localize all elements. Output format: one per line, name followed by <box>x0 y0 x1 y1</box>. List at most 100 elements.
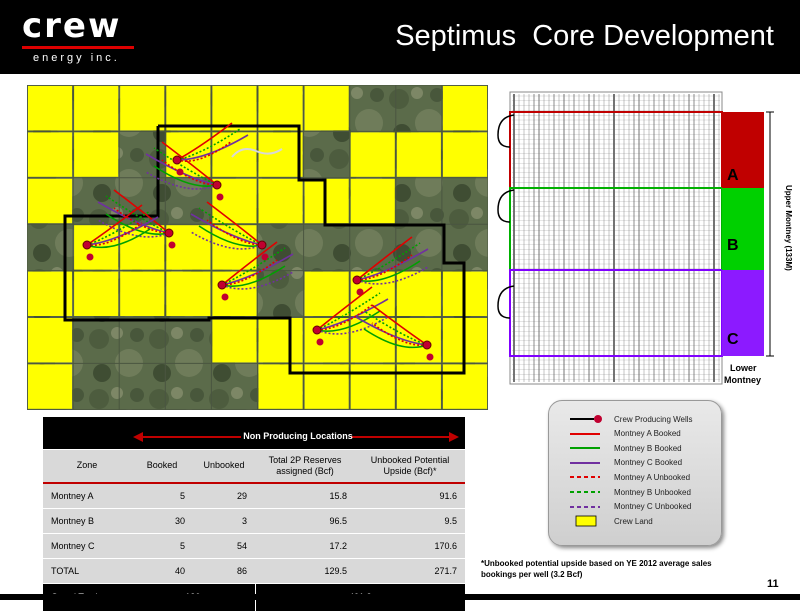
cell-zone: Montney A <box>43 482 131 509</box>
legend-label: Crew Producing Wells <box>614 414 693 424</box>
table-row: Montney B 30 3 96.5 9.5 <box>43 508 465 534</box>
legend-item: Montney A Unbooked <box>568 471 690 483</box>
company-logo-subtitle: energy inc. <box>33 52 120 64</box>
legend-symbol-svg <box>570 476 600 479</box>
legend-land-box <box>575 515 597 527</box>
crew-land-cell <box>212 86 257 131</box>
col-header-zone: Zone <box>43 449 131 484</box>
well-log-panel: A B C Upper Montney (133M) Lower Montney <box>494 90 794 390</box>
legend-item: Crew Producing Wells <box>568 413 693 425</box>
crew-land-cell <box>74 271 119 316</box>
cell-upside: 9.5 <box>355 508 465 534</box>
crew-land-cell <box>212 318 257 363</box>
map-legend: Crew Producing Wells Montney A Booked Mont… <box>548 400 722 546</box>
well-log-svg: A B C Upper Montney (133M) Lower Montney <box>497 91 793 385</box>
logo-underline <box>22 46 134 49</box>
cell-unbooked: 3 <box>193 508 255 534</box>
cell-booked: 5 <box>131 482 193 509</box>
crew-land-cell <box>304 364 349 409</box>
zone-c-label: C <box>727 331 739 348</box>
legend-item: Montney B Unbooked <box>568 486 691 498</box>
col-header-unbooked-potential: Unbooked Potential Upside (Bcf)* <box>355 449 465 484</box>
legend-label: Montney B Booked <box>614 443 682 453</box>
non-producing-header: Non Producing Locations <box>131 417 465 450</box>
zone-a-label: A <box>727 167 739 184</box>
legend-symbol <box>568 428 604 440</box>
legend-symbol-svg <box>570 461 600 464</box>
crew-land-cell <box>28 364 73 409</box>
cell-booked: 40 <box>131 558 193 584</box>
crew-land-cell <box>304 318 349 363</box>
legend-item: Montney C Booked <box>568 457 682 469</box>
slide-title: Septimus Core Development <box>395 20 774 52</box>
cell-zone: Montney B <box>43 508 131 534</box>
producing-well <box>422 340 432 350</box>
legend-symbol <box>568 515 604 527</box>
company-logo: crew <box>22 6 122 46</box>
cell-unbooked: 86 <box>193 558 255 584</box>
lower-montney-label-1: Lower <box>730 363 757 373</box>
producing-well <box>212 180 222 190</box>
table-row: Montney A 5 29 15.8 91.6 <box>43 482 465 509</box>
header-bar: crew energy inc. Septimus Core Developme… <box>0 0 800 74</box>
cell-upside: 271.7 <box>355 558 465 584</box>
producing-well <box>164 228 174 238</box>
legend-label: Montney A Booked <box>614 429 681 439</box>
legend-item: Montney C Unbooked <box>568 501 691 513</box>
producing-well <box>216 193 224 201</box>
lower-montney-label-2: Montney <box>724 375 761 385</box>
legend-label: Montney C Unbooked <box>614 502 692 512</box>
crew-land-cell <box>166 86 211 131</box>
producing-well <box>426 353 434 361</box>
crew-land-cell <box>28 132 73 177</box>
upper-montney-label: Upper Montney (133M) <box>784 185 793 271</box>
legend-symbol <box>568 457 604 469</box>
table-row-total: TOTAL 40 86 129.5 271.7 <box>43 558 465 584</box>
legend-label: Montney B Unbooked <box>614 487 691 497</box>
cell-total-2p: 96.5 <box>255 508 355 534</box>
legend-well-dot <box>594 415 602 423</box>
legend-label: Montney A Unbooked <box>614 472 691 482</box>
cell-zone: TOTAL <box>43 558 131 584</box>
col-header-booked: Booked <box>131 449 193 484</box>
legend-symbol-svg <box>575 515 597 527</box>
log-track <box>509 91 723 385</box>
legend-symbol-svg <box>570 505 600 508</box>
producing-well <box>172 155 182 165</box>
footnote: *Unbooked potential upside based on YE 2… <box>481 559 712 579</box>
col-header-unbooked: Unbooked <box>193 449 255 484</box>
col-header-total-2p: Total 2P Reserves assigned (Bcf) <box>255 449 355 484</box>
crew-land-cell <box>442 132 487 177</box>
producing-well <box>352 275 362 285</box>
zone-b-label: B <box>727 237 739 254</box>
crew-land-cell <box>258 364 303 409</box>
development-map <box>27 85 488 410</box>
cell-zone: Montney C <box>43 533 131 559</box>
crew-land-cell <box>212 271 257 316</box>
legend-label: Montney C Booked <box>614 458 683 468</box>
table-top-header-row: Non Producing Locations <box>43 417 465 450</box>
producing-well <box>257 240 267 250</box>
crew-land-cell <box>396 271 441 316</box>
crew-land-cell <box>258 178 303 224</box>
table-corner <box>43 417 131 450</box>
crew-land-cell <box>166 271 211 316</box>
table-column-header-row: Zone Booked Unbooked Total 2P Reserves a… <box>43 449 465 484</box>
legend-symbol <box>568 501 604 513</box>
cell-total-2p: 17.2 <box>255 533 355 559</box>
crew-land-cell <box>120 271 165 316</box>
non-producing-header-label: Non Producing Locations <box>243 430 353 441</box>
legend-item: Montney B Booked <box>568 442 682 454</box>
footer-bar <box>0 594 800 600</box>
crew-land-cell <box>258 132 303 177</box>
producing-well <box>168 241 176 249</box>
map-svg <box>27 85 488 410</box>
cell-unbooked: 29 <box>193 482 255 509</box>
crew-land-cell <box>442 86 487 131</box>
crew-land-cell <box>304 178 349 224</box>
cell-booked: 5 <box>131 533 193 559</box>
cell-booked: 30 <box>131 508 193 534</box>
legend-symbol-svg <box>570 447 600 450</box>
page-number: 11 <box>767 578 779 590</box>
crew-land-cell <box>396 132 441 177</box>
